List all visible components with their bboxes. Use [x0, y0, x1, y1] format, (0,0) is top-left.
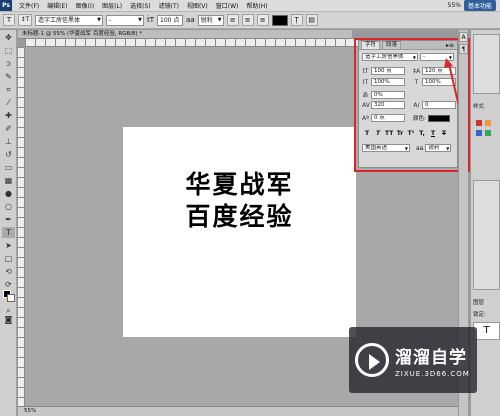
workspace-button[interactable]: 基本功能	[463, 0, 496, 11]
text-orientation-icon[interactable]: ↕T	[18, 14, 32, 26]
menu-layer[interactable]: 图层(L)	[98, 1, 126, 10]
swatch-blue[interactable]	[476, 130, 482, 136]
menu-select[interactable]: 选择(S)	[126, 1, 155, 10]
move-tool-icon[interactable]: ✥	[2, 32, 15, 43]
eraser-tool-icon[interactable]: ▭	[2, 162, 15, 173]
gradient-tool-icon[interactable]: ▦	[2, 175, 15, 186]
brush-tool-icon[interactable]: ✐	[2, 123, 15, 134]
font-style-select[interactable]: - ▼	[106, 14, 144, 26]
text-tool-preset-icon[interactable]: T	[3, 14, 15, 26]
font-size-select[interactable]: 100 点	[157, 14, 184, 26]
font-family-select[interactable]: 造字工房信黑体 ▼	[35, 14, 103, 26]
align-left-icon[interactable]: ≡	[226, 14, 239, 26]
chevron-down-icon: ▼	[217, 16, 222, 23]
align-center-icon[interactable]: ≡	[241, 14, 254, 26]
text-color-swatch[interactable]	[271, 14, 288, 26]
swatch-red[interactable]	[476, 120, 482, 126]
menu-help[interactable]: 帮助(H)	[242, 1, 271, 10]
menu-image[interactable]: 图像(I)	[72, 1, 98, 10]
blur-tool-icon[interactable]: ●	[2, 188, 15, 199]
chevron-down-icon: ▼	[138, 16, 142, 23]
lasso-tool-icon[interactable]: ↄ	[2, 58, 15, 69]
antialias-icon: aa	[186, 16, 195, 24]
tools-panel: ✥ ⬚ ↄ ✎ ⌗ ⁄ ✚ ✐ ⊥ ↺ ▭ ▦ ● ○ ✒ T ➤ ▢ ⟲ ⟳ …	[0, 30, 17, 416]
paragraph-panel-dock-icon[interactable]: ¶	[459, 44, 468, 54]
photoshop-logo: Ps	[0, 0, 12, 11]
status-zoom[interactable]: 55%	[24, 408, 36, 414]
3d-orbit-tool-icon[interactable]: ⟳	[2, 279, 15, 290]
menu-bar: Ps 文件(F) 编辑(E) 图像(I) 图层(L) 选择(S) 滤镜(T) 视…	[0, 0, 500, 12]
play-logo-icon	[355, 343, 389, 377]
swatch-green[interactable]	[485, 130, 491, 136]
zoom-level[interactable]: 55%	[448, 2, 461, 9]
menu-edit[interactable]: 编辑(E)	[43, 1, 71, 10]
align-right-icon[interactable]: ≡	[256, 14, 269, 26]
options-bar: T ↕T 造字工房信黑体 ▼ - ▼ ṫT 100 点 aa 锐利 ▼ ≡ ≡ ≡ Ț…	[0, 12, 500, 29]
menu-view[interactable]: 视图(V)	[183, 1, 212, 10]
status-bar: 55%	[18, 406, 458, 416]
warp-text-icon[interactable]: Ț	[290, 14, 303, 26]
history-brush-tool-icon[interactable]: ↺	[2, 149, 15, 160]
marquee-tool-icon[interactable]: ⬚	[2, 45, 15, 56]
adjustments-panel	[473, 180, 500, 290]
menu-filter[interactable]: 滤镜(T)	[155, 1, 183, 10]
watermark-url: ZIXUE.3D66.COM	[395, 369, 470, 378]
layers-panel-label[interactable]: 图层	[473, 298, 484, 306]
antialias-value: 锐利	[200, 16, 213, 24]
menu-file[interactable]: 文件(F)	[15, 1, 43, 10]
antialias-select[interactable]: 锐利 ▼	[197, 14, 224, 26]
swatch-orange[interactable]	[485, 120, 491, 126]
character-panel-toggle-icon[interactable]: ▤	[305, 14, 318, 26]
font-size-icon: ṫT	[147, 16, 155, 24]
document-tab[interactable]: 未标题-1 @ 55% (华夏战军 百度经验, RGB/8) *	[18, 30, 352, 39]
clone-stamp-tool-icon[interactable]: ⊥	[2, 136, 15, 147]
font-style-value: -	[109, 16, 112, 24]
lock-label: 锁定:	[473, 312, 486, 318]
vertical-ruler[interactable]	[18, 47, 25, 416]
healing-brush-tool-icon[interactable]: ✚	[2, 110, 15, 121]
font-family-value: 造字工房信黑体	[38, 16, 81, 24]
3d-rotate-tool-icon[interactable]: ⟲	[2, 266, 15, 277]
type-tool-icon[interactable]: T	[2, 227, 15, 238]
path-select-tool-icon[interactable]: ➤	[2, 240, 15, 251]
crop-tool-icon[interactable]: ⌗	[2, 84, 15, 95]
text-layer-line-2[interactable]: 百度经验	[123, 197, 356, 233]
font-size-value: 100 点	[160, 16, 180, 24]
foreground-background-colors[interactable]	[3, 290, 15, 302]
quick-mask-icon[interactable]: ◙	[2, 314, 15, 325]
document-title: 未标题-1 @ 55% (华夏战军 百度经验, RGB/8) *	[22, 31, 143, 37]
quick-select-tool-icon[interactable]: ✎	[2, 71, 15, 82]
document-canvas[interactable]: 华夏战军 百度经验	[123, 127, 356, 337]
color-panel	[473, 34, 500, 94]
eyedropper-tool-icon[interactable]: ⁄	[2, 97, 15, 108]
text-layer-line-1[interactable]: 华夏战军	[123, 165, 356, 201]
watermark-title: 溜溜自学	[395, 347, 467, 368]
highlight-box	[354, 38, 470, 172]
layer-thumbnail[interactable]: T	[473, 322, 500, 340]
pen-tool-icon[interactable]: ✒	[2, 214, 15, 225]
character-panel-dock-icon[interactable]: A	[459, 32, 468, 42]
watermark: 溜溜自学 ZIXUE.3D66.COM	[349, 327, 477, 393]
background-color-swatch[interactable]	[7, 294, 15, 302]
menu-window[interactable]: 窗口(W)	[212, 1, 243, 10]
styles-panel-label[interactable]: 样式	[473, 102, 484, 110]
shape-tool-icon[interactable]: ▢	[2, 253, 15, 264]
chevron-down-icon: ▼	[97, 16, 101, 23]
dodge-tool-icon[interactable]: ○	[2, 201, 15, 212]
